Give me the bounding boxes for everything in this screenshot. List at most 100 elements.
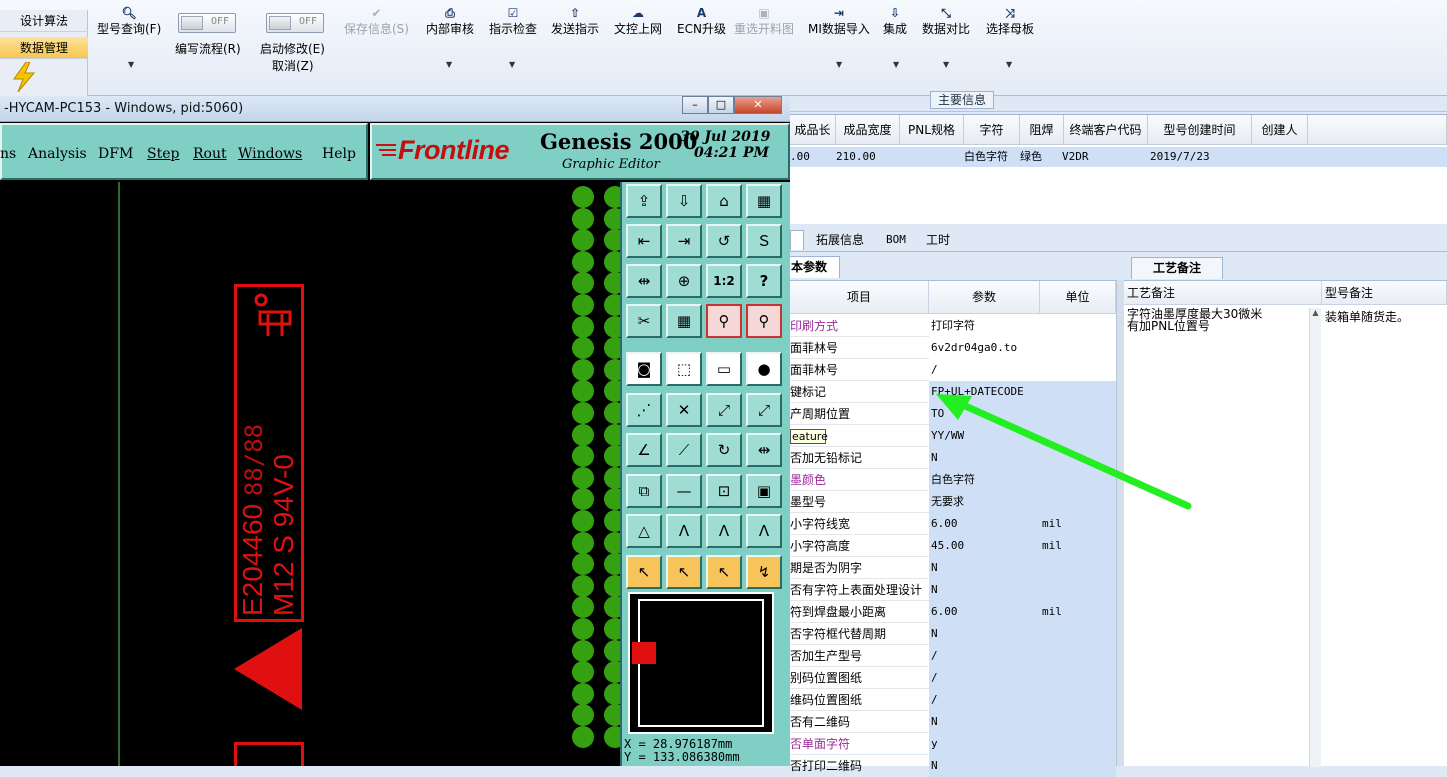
col-header[interactable]: 成品宽度 [836, 115, 900, 145]
col-header-item[interactable]: 项目 [790, 281, 929, 314]
tool-button-icon[interactable]: ⊕ [666, 264, 702, 298]
col-header[interactable]: 成品长度 [790, 115, 836, 167]
param-value[interactable]: N [929, 711, 1040, 733]
dropdown-arrow-icon[interactable]: ▼ [836, 60, 842, 69]
dropdown-arrow-icon[interactable]: ▼ [509, 60, 515, 69]
menu-actions[interactable]: ns [0, 146, 16, 162]
tool-button-icon[interactable]: ⇹ [746, 433, 782, 467]
tool-button-icon[interactable]: — [666, 473, 702, 508]
param-value[interactable]: 45.00 [929, 535, 1040, 557]
col-header-unit[interactable]: 单位 [1040, 281, 1116, 314]
menu-step[interactable]: Step [147, 146, 179, 162]
main-info-title[interactable]: 主要信息 [930, 91, 994, 109]
tool-button-icon[interactable]: ⇹ [626, 264, 662, 298]
param-value[interactable]: / [929, 667, 1040, 689]
tool-button-icon[interactable]: 1:2 [706, 264, 742, 298]
param-row[interactable]: 期是否为阴字 N [790, 557, 1116, 579]
nav-item-design-algorithm[interactable]: 设计算法 [0, 10, 88, 32]
start-modify-toggle[interactable]: OFF [266, 13, 324, 33]
param-value[interactable]: 6.00 [929, 513, 1040, 535]
col-header-process-note[interactable]: 工艺备注 [1124, 281, 1322, 305]
integrate-button[interactable]: ⇩ 集成 [883, 6, 907, 36]
param-value[interactable]: / [929, 359, 1040, 381]
maximize-icon[interactable]: □ [708, 96, 734, 114]
scrollbar[interactable]: ▲ [1309, 308, 1321, 767]
param-row[interactable]: 否字符框代替周期 N [790, 623, 1116, 645]
param-row[interactable]: 小字符高度 45.00 mil [790, 535, 1116, 557]
tool-button-icon[interactable]: ↖ [626, 554, 662, 589]
tool-button-icon[interactable]: ⚲ [706, 304, 742, 338]
instruction-check-button[interactable]: ☑ 指示检查 [489, 6, 537, 36]
dropdown-arrow-icon[interactable]: ▼ [893, 60, 899, 69]
tool-button-icon[interactable]: ⇤ [626, 224, 662, 258]
minimize-icon[interactable]: – [682, 96, 708, 114]
model-query-button[interactable]: 🔍︎ 型号查询(F) [97, 6, 161, 36]
tool-button-icon[interactable]: ⌂ [706, 184, 742, 218]
tool-button-icon[interactable]: ⤢ [746, 392, 782, 427]
dropdown-arrow-icon[interactable]: ▼ [943, 60, 949, 69]
param-row[interactable]: 符到焊盘最小距离 6.00 mil [790, 601, 1116, 623]
tool-button-icon[interactable]: ⋰ [626, 392, 662, 427]
tab-bom[interactable]: BOM [886, 230, 906, 250]
menu-rout[interactable]: Rout [193, 146, 227, 162]
dropdown-arrow-icon[interactable]: ▼ [1006, 60, 1012, 69]
tool-button-icon[interactable]: ↺ [706, 224, 742, 258]
param-row[interactable]: 否有二维码 N [790, 711, 1116, 733]
tool-button-icon[interactable]: ⇥ [666, 224, 702, 258]
param-row[interactable]: 面菲林号 / [790, 359, 1116, 381]
tool-button-icon[interactable]: ⤢ [706, 392, 742, 427]
param-value[interactable]: 6v2dr04ga0.to [929, 337, 1040, 359]
tool-button-icon[interactable]: ✕ [666, 392, 702, 427]
param-value[interactable]: / [929, 645, 1040, 667]
save-info-button[interactable]: ✔ 保存信息(S) [344, 6, 409, 36]
remarks-tab[interactable]: 工艺备注 [1131, 257, 1223, 279]
param-row[interactable]: 面菲林号 6v2dr04ga0.to [790, 337, 1116, 359]
tool-button-icon[interactable]: Λ [746, 514, 782, 548]
param-row[interactable]: 维码位置图纸 / [790, 689, 1116, 711]
param-value[interactable]: y [929, 733, 1040, 755]
col-header-model-note[interactable]: 型号备注 [1322, 281, 1447, 305]
col-header[interactable]: 创建人 [1252, 115, 1308, 145]
param-row[interactable]: 印刷方式 打印字符 [790, 315, 1116, 337]
menu-analysis[interactable]: Analysis [28, 146, 87, 162]
tool-button-icon[interactable]: ↖ [706, 554, 742, 589]
nav-item-data-management[interactable]: 数据管理 [0, 37, 88, 59]
reselect-cutting-button[interactable]: ▣ 重选开料图 [734, 6, 794, 36]
param-value[interactable]: N [929, 755, 1040, 777]
select-master-button[interactable]: ⤨ 选择母板 [986, 6, 1034, 36]
lightning-icon[interactable] [12, 61, 36, 93]
tool-button-icon[interactable]: ⊡ [706, 473, 742, 508]
send-instruction-button[interactable]: ⇧ 发送指示 [551, 6, 599, 36]
tab-basic[interactable] [790, 230, 804, 250]
tool-button-icon[interactable]: Ｓ [746, 224, 782, 258]
process-note-text[interactable]: 字符油墨厚度最大30微米 有加PNL位置号 [1127, 308, 1309, 332]
tab-extended-info[interactable]: 拓展信息 [816, 230, 864, 250]
tool-button-icon[interactable]: ? [746, 264, 782, 298]
menu-windows[interactable]: Windows [238, 146, 302, 162]
tool-button-icon[interactable]: ⚲ [746, 304, 782, 338]
write-flow-toggle[interactable]: OFF [178, 13, 236, 33]
tool-button-icon[interactable]: ⧉ [626, 473, 662, 508]
menu-help[interactable]: Help [322, 146, 356, 162]
tool-button-icon[interactable]: ↯ [746, 554, 782, 589]
col-header[interactable]: 字符 [964, 115, 1020, 145]
internal-review-button[interactable]: ⎙ 内部审核 [426, 6, 474, 36]
col-header[interactable]: 终端客户代码 [1064, 115, 1148, 145]
param-value[interactable]: 6.00 [929, 601, 1040, 623]
param-tab[interactable]: 本参数 [788, 256, 840, 278]
model-note-text[interactable]: 装箱单随货走。 [1325, 308, 1409, 325]
mi-data-import-button[interactable]: ⇥ MI数据导入 [808, 6, 870, 36]
data-compare-button[interactable]: ⤡ 数据对比 [922, 6, 970, 36]
col-header[interactable]: 型号创建时间 [1148, 115, 1252, 145]
dropdown-arrow-icon[interactable]: ▼ [128, 60, 134, 69]
tool-button-icon[interactable]: ▣ [746, 473, 782, 508]
tab-work-hours[interactable]: 工时 [926, 230, 950, 250]
tool-button-icon[interactable]: ↻ [706, 433, 742, 467]
panel-splitter[interactable] [1116, 280, 1124, 766]
tool-button-icon[interactable]: ⟋ [666, 433, 702, 467]
param-value[interactable]: N [929, 623, 1040, 645]
tool-button-icon[interactable]: ✂ [626, 304, 662, 338]
param-row[interactable]: 否单面字符 y [790, 733, 1116, 755]
graphic-canvas[interactable]: E204460 88/88 M12 S 94V-0 [0, 182, 620, 766]
tool-button-icon[interactable]: △ [626, 514, 662, 548]
